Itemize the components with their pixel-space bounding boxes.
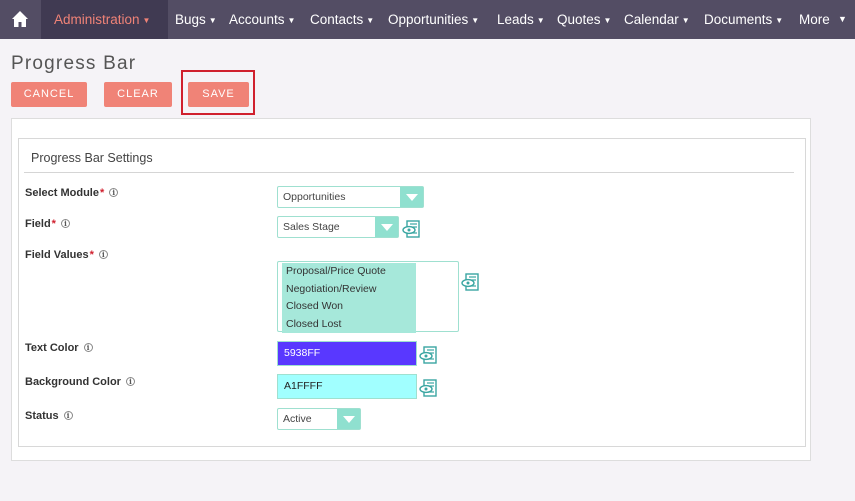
clear-button[interactable]: CLEAR xyxy=(104,82,172,107)
nav-contacts[interactable]: Contacts ▼ xyxy=(310,0,374,39)
save-button[interactable]: SAVE xyxy=(188,82,249,107)
list-item[interactable]: Closed Won xyxy=(282,298,416,316)
field-dropdown[interactable]: Sales Stage xyxy=(277,216,399,238)
label-text: Select Module xyxy=(25,187,99,199)
top-nav: Administration ▼ Bugs ▼ Accounts ▼ Contacts… xyxy=(0,0,855,39)
label-text: Field Values xyxy=(25,249,89,261)
chevron-down-icon xyxy=(337,409,360,429)
chevron-down-icon: ▼ xyxy=(366,16,375,25)
chevron-down-icon: ▼ xyxy=(775,16,784,25)
nav-leads[interactable]: Leads ▼ xyxy=(497,0,545,39)
nav-label: Calendar xyxy=(624,12,679,27)
chevron-down-icon xyxy=(375,217,398,237)
chevron-down-icon: ▼ xyxy=(471,16,480,25)
required-marker: * xyxy=(89,249,94,261)
label-text: Field xyxy=(25,218,51,230)
nav-more[interactable]: More xyxy=(799,0,830,39)
text-color-field[interactable]: 5938FF xyxy=(277,341,417,366)
info-icon[interactable]: i xyxy=(98,249,108,259)
label-text: Background Color xyxy=(25,376,121,388)
field-picker-icon[interactable] xyxy=(461,272,481,292)
info-icon[interactable]: i xyxy=(109,187,119,197)
nav-label: Contacts xyxy=(310,12,364,27)
info-icon[interactable]: i xyxy=(60,218,70,228)
cancel-button[interactable]: CANCEL xyxy=(11,82,87,107)
nav-label: Quotes xyxy=(557,12,601,27)
info-icon[interactable]: i xyxy=(83,342,93,352)
field-picker-icon[interactable] xyxy=(402,219,422,239)
nav-label: Opportunities xyxy=(388,12,469,27)
list-item[interactable]: Closed Lost xyxy=(282,315,416,333)
status-dropdown[interactable]: Active xyxy=(277,408,361,430)
field-values-multiselect[interactable]: Proposal/Price Quote Negotiation/Review … xyxy=(277,261,459,333)
chevron-down-icon: ▼ xyxy=(681,16,690,25)
info-icon[interactable]: i xyxy=(125,376,135,386)
list-item[interactable]: Proposal/Price Quote xyxy=(282,263,416,281)
field-label: Field* i xyxy=(25,218,70,230)
nav-quotes[interactable]: Quotes ▼ xyxy=(557,0,611,39)
divider xyxy=(24,172,794,173)
chevron-down-icon: ▼ xyxy=(536,16,545,25)
field-picker-icon[interactable] xyxy=(419,378,439,398)
background-color-field[interactable]: A1FFFF xyxy=(277,374,417,399)
select-module-value: Opportunities xyxy=(283,191,346,203)
status-label: Status i xyxy=(25,410,73,422)
page-title: Progress Bar xyxy=(11,53,137,74)
status-value: Active xyxy=(283,413,312,425)
field-value: Sales Stage xyxy=(283,221,340,233)
list-item[interactable]: Negotiation/Review xyxy=(282,280,416,298)
field-values-label: Field Values* i xyxy=(25,249,108,261)
chevron-down-icon: ▼ xyxy=(208,16,217,25)
nav-label: More xyxy=(799,12,830,27)
label-text: Status xyxy=(25,410,59,422)
panel-title: Progress Bar Settings xyxy=(31,151,153,165)
chevron-down-icon: ▼ xyxy=(603,16,612,25)
home-icon[interactable] xyxy=(11,10,29,28)
chevron-down-icon[interactable]: ▼ xyxy=(838,0,847,39)
nav-label: Documents xyxy=(704,12,773,27)
nav-label: Accounts xyxy=(229,12,285,27)
nav-label: Administration xyxy=(54,12,140,27)
chevron-down-icon: ▼ xyxy=(142,16,151,25)
chevron-down-icon xyxy=(400,187,423,207)
label-text: Text Color xyxy=(25,342,79,354)
nav-documents[interactable]: Documents ▼ xyxy=(704,0,783,39)
chevron-down-icon: ▼ xyxy=(287,16,296,25)
nav-opportunities[interactable]: Opportunities ▼ xyxy=(388,0,479,39)
select-module-dropdown[interactable]: Opportunities xyxy=(277,186,424,208)
select-module-label: Select Module* i xyxy=(25,187,119,199)
nav-calendar[interactable]: Calendar ▼ xyxy=(624,0,690,39)
info-icon[interactable]: i xyxy=(63,410,73,420)
nav-administration[interactable]: Administration ▼ xyxy=(54,0,150,39)
nav-label: Leads xyxy=(497,12,534,27)
background-color-label: Background Color i xyxy=(25,376,135,388)
nav-label: Bugs xyxy=(175,12,206,27)
required-marker: * xyxy=(99,187,105,199)
nav-bugs[interactable]: Bugs ▼ xyxy=(175,0,217,39)
text-color-label: Text Color i xyxy=(25,342,93,354)
field-picker-icon[interactable] xyxy=(419,345,439,365)
nav-accounts[interactable]: Accounts ▼ xyxy=(229,0,295,39)
required-marker: * xyxy=(51,218,56,230)
